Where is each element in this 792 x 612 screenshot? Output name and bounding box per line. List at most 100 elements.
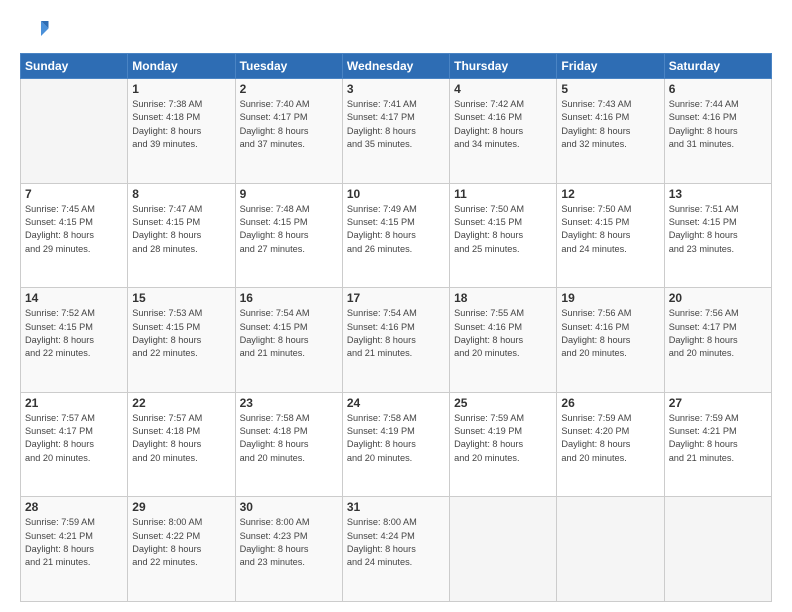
day-info: Sunrise: 7:58 AMSunset: 4:19 PMDaylight:… xyxy=(347,412,445,465)
calendar-cell: 11 Sunrise: 7:50 AMSunset: 4:15 PMDayligh… xyxy=(450,183,557,288)
day-info: Sunrise: 7:57 AMSunset: 4:17 PMDaylight:… xyxy=(25,412,123,465)
weekday-header-wednesday: Wednesday xyxy=(342,54,449,79)
day-info: Sunrise: 7:57 AMSunset: 4:18 PMDaylight:… xyxy=(132,412,230,465)
calendar-cell: 16Sunrise: 7:54 AMSunset: 4:15 PMDayligh… xyxy=(235,288,342,393)
day-number: 26 xyxy=(561,396,659,410)
day-number: 11 xyxy=(454,187,552,201)
day-number: 30 xyxy=(240,500,338,514)
weekday-header-row: SundayMondayTuesdayWednesdayThursdayFrid… xyxy=(21,54,772,79)
calendar-cell: 27 Sunrise: 7:59 AMSunset: 4:21 PMDayligh… xyxy=(664,392,771,497)
day-info: Sunrise: 7:59 AMSunset: 4:20 PMDaylight:… xyxy=(561,412,659,465)
day-info: Sunrise: 7:38 AMSunset: 4:18 PMDaylight:… xyxy=(132,98,230,151)
day-number: 18 xyxy=(454,291,552,305)
logo-icon xyxy=(20,15,50,45)
calendar-cell: 9 Sunrise: 7:48 AMSunset: 4:15 PMDaylight… xyxy=(235,183,342,288)
day-number: 25 xyxy=(454,396,552,410)
day-number: 27 xyxy=(669,396,767,410)
day-number: 28 xyxy=(25,500,123,514)
day-number: 31 xyxy=(347,500,445,514)
day-number: 17 xyxy=(347,291,445,305)
day-info: Sunrise: 7:56 AMSunset: 4:16 PMDaylight:… xyxy=(561,307,659,360)
day-info: Sunrise: 7:44 AMSunset: 4:16 PMDaylight:… xyxy=(669,98,767,151)
calendar-cell: 1Sunrise: 7:38 AMSunset: 4:18 PMDaylight… xyxy=(128,79,235,184)
day-info: Sunrise: 7:51 AMSunset: 4:15 PMDaylight:… xyxy=(669,203,767,256)
day-number: 2 xyxy=(240,82,338,96)
calendar-cell: 30 Sunrise: 8:00 AMSunset: 4:23 PMDayligh… xyxy=(235,497,342,602)
calendar-cell xyxy=(450,497,557,602)
day-info: Sunrise: 7:59 AMSunset: 4:21 PMDaylight:… xyxy=(669,412,767,465)
day-number: 12 xyxy=(561,187,659,201)
calendar-cell: 4Sunrise: 7:42 AMSunset: 4:16 PMDaylight… xyxy=(450,79,557,184)
day-number: 15 xyxy=(132,291,230,305)
calendar-week-4: 21Sunrise: 7:57 AMSunset: 4:17 PMDayligh… xyxy=(21,392,772,497)
calendar-cell: 12 Sunrise: 7:50 AMSunset: 4:15 PMDayligh… xyxy=(557,183,664,288)
day-number: 5 xyxy=(561,82,659,96)
calendar-week-1: 1Sunrise: 7:38 AMSunset: 4:18 PMDaylight… xyxy=(21,79,772,184)
day-number: 13 xyxy=(669,187,767,201)
day-info: Sunrise: 7:55 AMSunset: 4:16 PMDaylight:… xyxy=(454,307,552,360)
day-number: 23 xyxy=(240,396,338,410)
day-number: 9 xyxy=(240,187,338,201)
day-info: Sunrise: 7:58 AMSunset: 4:18 PMDaylight:… xyxy=(240,412,338,465)
day-info: Sunrise: 7:50 AMSunset: 4:15 PMDaylight:… xyxy=(561,203,659,256)
day-info: Sunrise: 7:52 AMSunset: 4:15 PMDaylight:… xyxy=(25,307,123,360)
day-info: Sunrise: 8:00 AMSunset: 4:23 PMDaylight:… xyxy=(240,516,338,569)
calendar-cell: 23 Sunrise: 7:58 AMSunset: 4:18 PMDayligh… xyxy=(235,392,342,497)
calendar-cell: 15 Sunrise: 7:53 AMSunset: 4:15 PMDayligh… xyxy=(128,288,235,393)
day-info: Sunrise: 7:43 AMSunset: 4:16 PMDaylight:… xyxy=(561,98,659,151)
logo xyxy=(20,15,54,45)
day-info: Sunrise: 7:45 AMSunset: 4:15 PMDaylight:… xyxy=(25,203,123,256)
calendar-cell: 21Sunrise: 7:57 AMSunset: 4:17 PMDayligh… xyxy=(21,392,128,497)
day-number: 19 xyxy=(561,291,659,305)
day-info: Sunrise: 7:56 AMSunset: 4:17 PMDaylight:… xyxy=(669,307,767,360)
calendar-table: SundayMondayTuesdayWednesdayThursdayFrid… xyxy=(20,53,772,602)
day-number: 24 xyxy=(347,396,445,410)
day-number: 10 xyxy=(347,187,445,201)
day-number: 29 xyxy=(132,500,230,514)
day-number: 16 xyxy=(240,291,338,305)
day-info: Sunrise: 7:49 AMSunset: 4:15 PMDaylight:… xyxy=(347,203,445,256)
calendar-cell: 25Sunrise: 7:59 AMSunset: 4:19 PMDayligh… xyxy=(450,392,557,497)
day-info: Sunrise: 8:00 AMSunset: 4:22 PMDaylight:… xyxy=(132,516,230,569)
day-info: Sunrise: 7:47 AMSunset: 4:15 PMDaylight:… xyxy=(132,203,230,256)
calendar-cell: 2 Sunrise: 7:40 AMSunset: 4:17 PMDaylight… xyxy=(235,79,342,184)
header xyxy=(20,15,772,45)
weekday-header-monday: Monday xyxy=(128,54,235,79)
calendar-cell xyxy=(557,497,664,602)
day-info: Sunrise: 7:48 AMSunset: 4:15 PMDaylight:… xyxy=(240,203,338,256)
calendar-cell: 14 Sunrise: 7:52 AMSunset: 4:15 PMDayligh… xyxy=(21,288,128,393)
calendar-cell: 26 Sunrise: 7:59 AMSunset: 4:20 PMDayligh… xyxy=(557,392,664,497)
calendar-cell: 22Sunrise: 7:57 AMSunset: 4:18 PMDayligh… xyxy=(128,392,235,497)
day-info: Sunrise: 7:53 AMSunset: 4:15 PMDaylight:… xyxy=(132,307,230,360)
calendar-cell: 19 Sunrise: 7:56 AMSunset: 4:16 PMDayligh… xyxy=(557,288,664,393)
weekday-header-tuesday: Tuesday xyxy=(235,54,342,79)
day-number: 6 xyxy=(669,82,767,96)
calendar-cell: 6 Sunrise: 7:44 AMSunset: 4:16 PMDaylight… xyxy=(664,79,771,184)
day-info: Sunrise: 7:40 AMSunset: 4:17 PMDaylight:… xyxy=(240,98,338,151)
calendar-cell: 3 Sunrise: 7:41 AMSunset: 4:17 PMDaylight… xyxy=(342,79,449,184)
day-number: 20 xyxy=(669,291,767,305)
day-info: Sunrise: 7:50 AMSunset: 4:15 PMDaylight:… xyxy=(454,203,552,256)
calendar-cell xyxy=(664,497,771,602)
calendar-week-5: 28Sunrise: 7:59 AMSunset: 4:21 PMDayligh… xyxy=(21,497,772,602)
calendar-week-3: 14 Sunrise: 7:52 AMSunset: 4:15 PMDayligh… xyxy=(21,288,772,393)
calendar-body: 1Sunrise: 7:38 AMSunset: 4:18 PMDaylight… xyxy=(21,79,772,602)
day-number: 3 xyxy=(347,82,445,96)
day-number: 14 xyxy=(25,291,123,305)
calendar-cell: 5 Sunrise: 7:43 AMSunset: 4:16 PMDaylight… xyxy=(557,79,664,184)
page: SundayMondayTuesdayWednesdayThursdayFrid… xyxy=(0,0,792,612)
weekday-header-saturday: Saturday xyxy=(664,54,771,79)
weekday-header-sunday: Sunday xyxy=(21,54,128,79)
calendar-cell: 10 Sunrise: 7:49 AMSunset: 4:15 PMDayligh… xyxy=(342,183,449,288)
calendar-cell: 29 Sunrise: 8:00 AMSunset: 4:22 PMDayligh… xyxy=(128,497,235,602)
calendar-cell: 18 Sunrise: 7:55 AMSunset: 4:16 PMDayligh… xyxy=(450,288,557,393)
calendar-header: SundayMondayTuesdayWednesdayThursdayFrid… xyxy=(21,54,772,79)
calendar-cell: 24 Sunrise: 7:58 AMSunset: 4:19 PMDayligh… xyxy=(342,392,449,497)
calendar-cell: 7 Sunrise: 7:45 AMSunset: 4:15 PMDaylight… xyxy=(21,183,128,288)
day-info: Sunrise: 7:42 AMSunset: 4:16 PMDaylight:… xyxy=(454,98,552,151)
calendar-cell: 13 Sunrise: 7:51 AMSunset: 4:15 PMDayligh… xyxy=(664,183,771,288)
day-info: Sunrise: 8:00 AMSunset: 4:24 PMDaylight:… xyxy=(347,516,445,569)
day-info: Sunrise: 7:41 AMSunset: 4:17 PMDaylight:… xyxy=(347,98,445,151)
calendar-week-2: 7 Sunrise: 7:45 AMSunset: 4:15 PMDaylight… xyxy=(21,183,772,288)
day-number: 7 xyxy=(25,187,123,201)
